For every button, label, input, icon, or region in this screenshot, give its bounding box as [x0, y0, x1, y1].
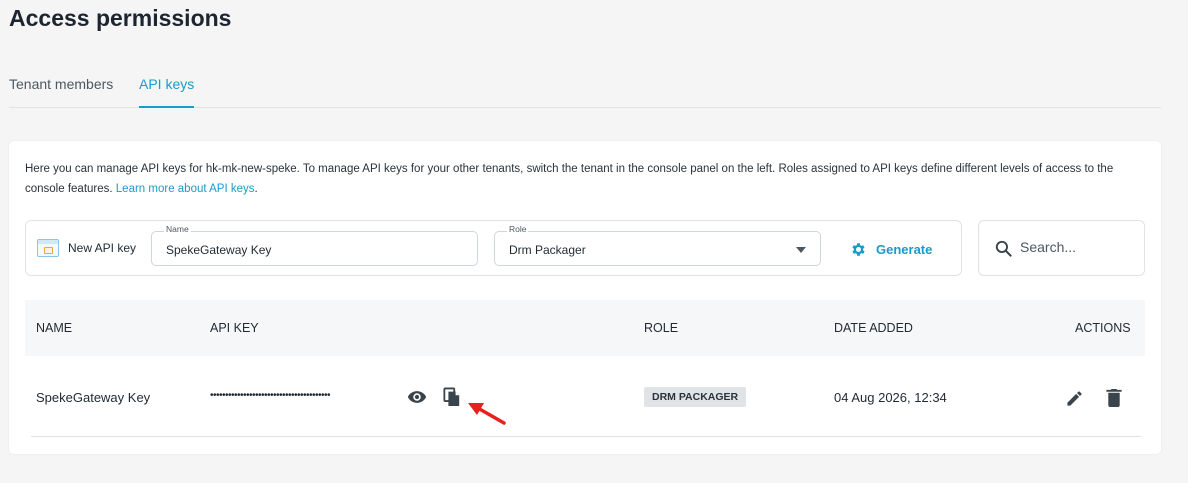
api-key-icon — [37, 239, 59, 257]
new-api-key-label: New API key — [68, 241, 137, 255]
table-header: NAME API KEY ROLE DATE ADDED ACTIONS — [25, 300, 1145, 356]
role-select-label: Role — [507, 224, 529, 234]
name-input-label: Name — [164, 224, 191, 234]
row-name: SpekeGateway Key — [36, 390, 151, 405]
header-role[interactable]: ROLE — [644, 321, 678, 335]
edit-icon[interactable] — [1065, 389, 1084, 408]
search-input[interactable]: Search... — [978, 220, 1145, 276]
red-arrow-annotation — [468, 403, 506, 425]
row-divider — [31, 436, 1141, 437]
header-api-key[interactable]: API KEY — [210, 321, 259, 335]
trash-icon[interactable] — [1106, 388, 1122, 407]
new-api-key-form: New API key Name SpekeGateway Key Role D… — [25, 220, 962, 276]
generate-button[interactable]: Generate — [850, 239, 932, 259]
name-input[interactable]: Name SpekeGateway Key — [151, 224, 478, 266]
gear-icon — [852, 242, 865, 256]
header-date-added[interactable]: DATE ADDED — [834, 321, 913, 335]
row-date-added: 04 Aug 2026, 12:34 — [834, 390, 947, 405]
copy-icon[interactable] — [443, 387, 461, 407]
table-row: SpekeGateway Key •••••••••••••••••••••••… — [25, 356, 1145, 436]
description-text: Here you can manage API keys for hk-mk-n… — [25, 163, 1114, 195]
role-badge: DRM PACKAGER — [644, 387, 747, 407]
eye-icon[interactable] — [407, 390, 427, 404]
tab-tenant-members[interactable]: Tenant members — [9, 76, 113, 107]
search-icon — [995, 240, 1012, 257]
chevron-down-icon — [796, 247, 806, 253]
tab-api-keys[interactable]: API keys — [139, 76, 195, 108]
header-actions: ACTIONS — [1075, 321, 1131, 335]
header-name[interactable]: NAME — [36, 321, 72, 335]
learn-more-link[interactable]: Learn more about API keys — [116, 183, 255, 195]
masked-api-key: •••••••••••••••••••••••••••••••••••••••• — [210, 390, 331, 401]
api-keys-card: Here you can manage API keys for hk-mk-n… — [9, 141, 1161, 454]
name-input-value: SpekeGateway Key — [166, 243, 272, 257]
search-placeholder: Search... — [1020, 239, 1077, 255]
tab-bar: Tenant members API keys — [9, 0, 1161, 108]
generate-button-label: Generate — [876, 241, 933, 257]
role-select-value: Drm Packager — [509, 243, 586, 257]
role-select[interactable]: Role Drm Packager — [494, 224, 821, 266]
